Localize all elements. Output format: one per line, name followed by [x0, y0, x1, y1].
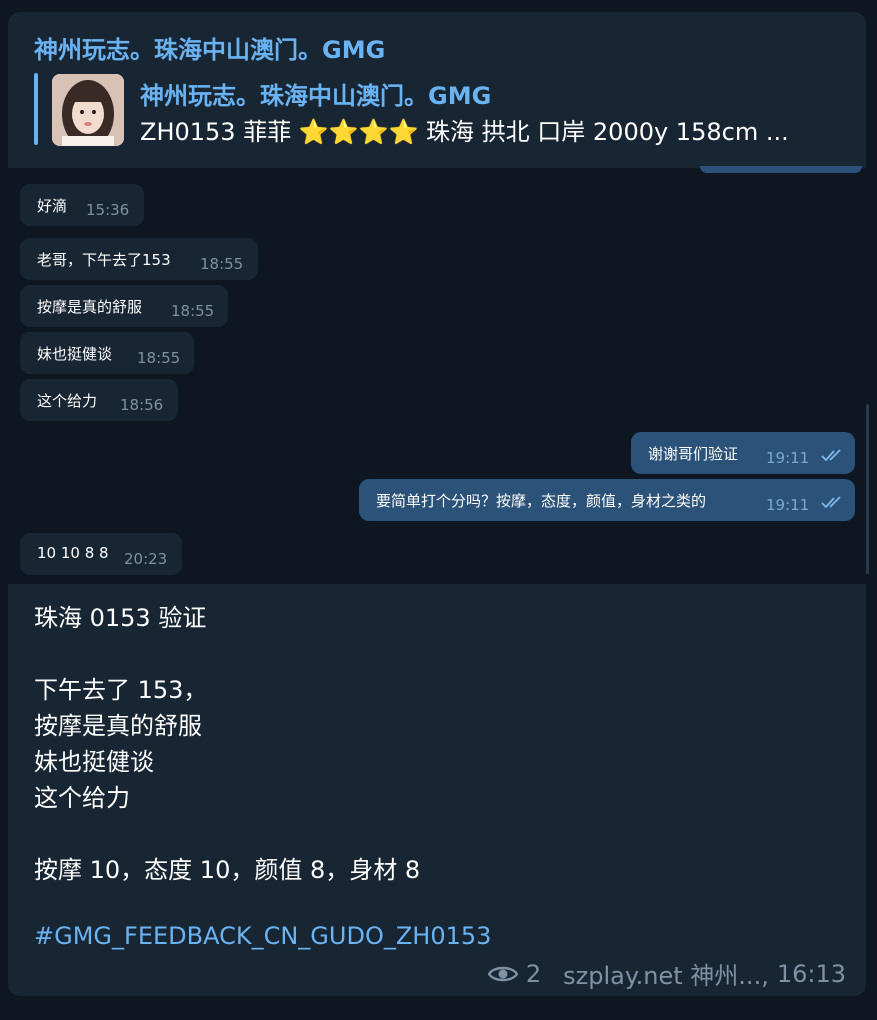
message-text: 谢谢哥们验证 [648, 445, 739, 463]
portrait-photo-icon [52, 74, 124, 146]
message-text: 老哥，下午去了153 [37, 251, 171, 269]
post-author: szplay.net 神州..., [563, 962, 769, 990]
post-line: 珠海 0153 验证 [34, 604, 207, 632]
message-bubble-outgoing[interactable]: 要简单打个分吗？按摩，态度，颜值，身材之类的 19:11 [359, 479, 855, 521]
post-line: 下午去了 153， [34, 676, 208, 704]
message-text: 妹也挺健谈 [37, 345, 113, 363]
chat-window: 神州玩志。珠海中山澳门。GMG 神州玩志。珠海中山澳门。GMG ZH0153 菲… [0, 0, 877, 1020]
message-bubble-incoming[interactable]: 妹也挺健谈 18:55 [20, 332, 194, 374]
post-time: 16:13 [776, 959, 846, 988]
quote-text-prefix: ZH0153 菲菲 [140, 118, 292, 146]
message-time: 18:56 [120, 396, 164, 414]
quote-thumbnail-image[interactable] [52, 74, 124, 146]
message-text: 要简单打个分吗？按摩，态度，颜值，身材之类的 [376, 492, 707, 510]
scrollbar-thumb[interactable] [866, 404, 869, 574]
post-line: 这个给力 [34, 784, 130, 812]
message-text: 好滴 [37, 197, 68, 215]
outgoing-bubble-edge [700, 166, 862, 173]
hashtag-link[interactable]: #GMG_FEEDBACK_CN_GUDO_ZH0153 [34, 922, 491, 950]
star-rating-icons: ⭐⭐⭐⭐ [298, 118, 419, 146]
message-time: 18:55 [171, 302, 215, 320]
quote-accent-bar [34, 73, 38, 145]
views-count: 2 [525, 959, 542, 988]
message-time: 18:55 [137, 349, 181, 367]
post-line: 按摩是真的舒服 [34, 712, 202, 740]
message-time: 15:36 [86, 201, 130, 219]
double-check-icon [821, 496, 841, 509]
message-bubble-outgoing[interactable]: 谢谢哥们验证 19:11 [631, 432, 855, 474]
post-line: 妹也挺健谈 [34, 748, 154, 776]
message-bubble-incoming[interactable]: 10 10 8 8 20:23 [20, 533, 182, 575]
channel-post[interactable]: 珠海 0153 验证 下午去了 153， 按摩是真的舒服 妹也挺健谈 这个给力 … [8, 584, 866, 996]
eye-icon [487, 966, 518, 981]
quote-sender-name: 神州玩志。珠海中山澳门。GMG [140, 82, 492, 110]
post-meta: 2 szplay.net 神州..., 16:13 [487, 956, 846, 991]
message-time: 20:23 [124, 550, 168, 568]
message-text: 这个给力 [37, 392, 98, 410]
reply-quote-card[interactable]: 神州玩志。珠海中山澳门。GMG 神州玩志。珠海中山澳门。GMG ZH0153 菲… [8, 12, 866, 168]
message-bubble-incoming[interactable]: 好滴 15:36 [20, 184, 144, 226]
message-bubble-incoming[interactable]: 这个给力 18:56 [20, 379, 178, 421]
message-time: 19:11 [766, 496, 810, 514]
quote-header-title: 神州玩志。珠海中山澳门。GMG [34, 36, 386, 64]
quote-preview-text: ZH0153 菲菲 ⭐⭐⭐⭐ 珠海 拱北 口岸 2000y 158cm ... [140, 112, 850, 147]
message-text: 按摩是真的舒服 [37, 298, 143, 316]
quote-text-suffix: 珠海 拱北 口岸 2000y 158cm ... [426, 118, 789, 146]
message-text: 10 10 8 8 [37, 544, 109, 562]
double-check-icon [821, 449, 841, 462]
message-bubble-incoming[interactable]: 老哥，下午去了153 18:55 [20, 238, 258, 280]
message-bubble-incoming[interactable]: 按摩是真的舒服 18:55 [20, 285, 228, 327]
message-time: 19:11 [766, 449, 810, 467]
message-time: 18:55 [200, 255, 244, 273]
post-line: 按摩 10，态度 10，颜值 8，身材 8 [34, 856, 421, 884]
